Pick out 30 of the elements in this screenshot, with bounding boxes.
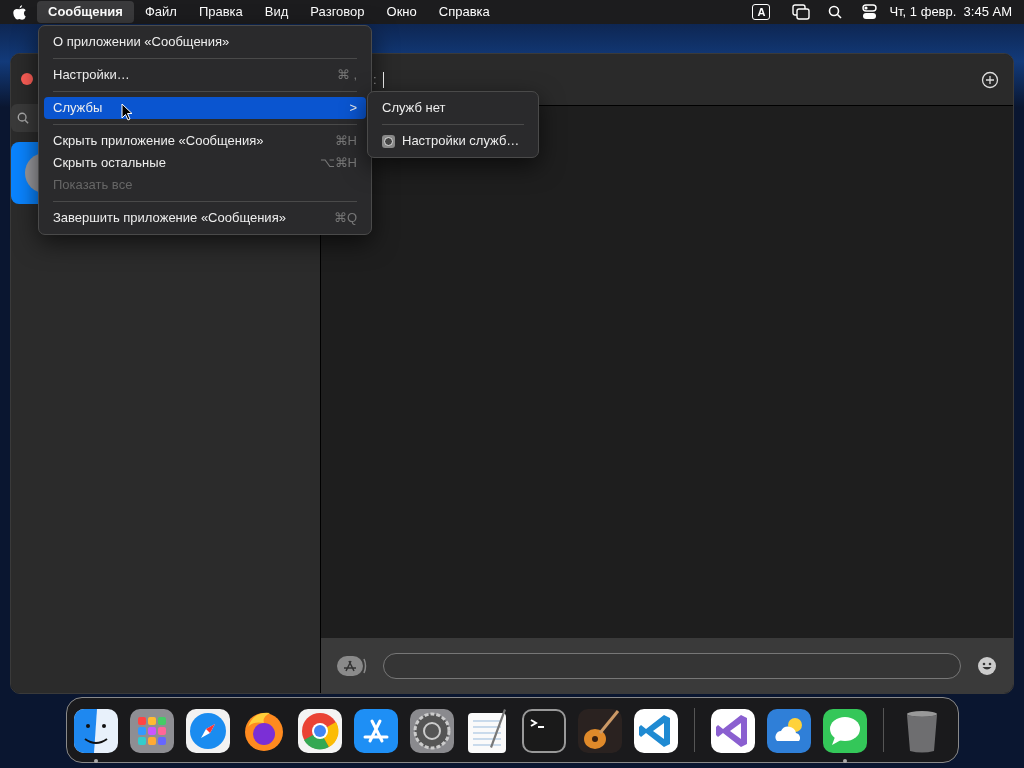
mouse-pointer-icon [121,103,133,121]
input-source-icon[interactable]: A [752,4,771,20]
apple-icon[interactable] [12,4,27,20]
menu-item[interactable]: О приложении «Сообщения» [44,31,366,53]
menu-title[interactable]: Вид [253,1,300,23]
menu-title[interactable]: Разговор [299,1,376,23]
recipient-label: : [373,70,377,89]
toggles-icon[interactable] [862,4,878,20]
menu-title[interactable]: Правка [187,1,254,23]
menu-title[interactable]: Файл [133,1,188,23]
search-icon[interactable] [828,5,843,19]
gear-icon [382,134,395,148]
menu-title[interactable]: Окно [375,1,428,23]
clock-text[interactable]: Чт, 1 февр. 3:45 AM [889,2,1012,22]
close-button[interactable] [21,73,33,85]
menu-title[interactable]: Справка [427,1,501,23]
menu-title[interactable]: Сообщения [37,1,134,23]
menu-item[interactable]: Настройки… ⌘ , [44,64,366,86]
menu-item[interactable]: Скрыть приложение «Сообщения» ⌘H [44,130,366,152]
smiley-icon[interactable] [977,655,997,676]
menu-item[interactable]: Скрыть остальные ⌥⌘H [44,152,366,174]
menu-item[interactable]: Служб нет [373,97,533,119]
menu-item[interactable]: Службы > [44,97,366,119]
menu-item[interactable]: Настройки служб… [373,130,533,152]
add-icon[interactable] [981,70,999,89]
text-cursor [382,71,384,88]
menu-item[interactable]: Завершить приложение «Сообщения» ⌘Q [44,207,366,229]
search-icon [17,112,29,124]
windows-icon[interactable] [792,4,811,20]
message-field[interactable] [383,652,961,679]
